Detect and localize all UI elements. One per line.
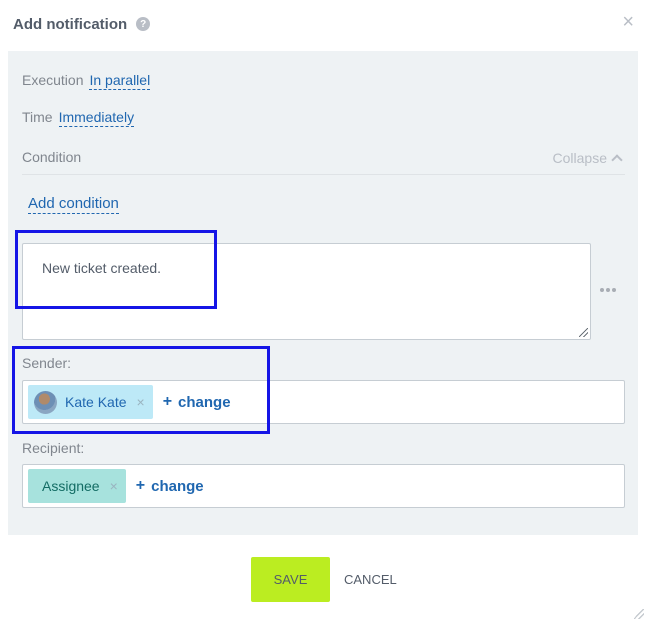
add-condition-link[interactable]: Add condition bbox=[28, 194, 119, 214]
plus-icon: + bbox=[162, 393, 173, 410]
divider bbox=[22, 174, 625, 175]
time-label: Time bbox=[22, 109, 53, 125]
resize-handle-icon[interactable] bbox=[579, 328, 588, 337]
sender-label: Sender: bbox=[22, 355, 72, 371]
sender-chip[interactable]: Kate Kate × bbox=[28, 385, 153, 419]
add-notification-dialog: Add notification ? × Execution In parall… bbox=[0, 0, 648, 623]
message-text: New ticket created. bbox=[42, 260, 162, 276]
close-icon[interactable]: × bbox=[622, 12, 634, 32]
time-value-link[interactable]: Immediately bbox=[58, 108, 135, 127]
avatar bbox=[34, 390, 57, 414]
sender-field[interactable]: Kate Kate × + change bbox=[22, 380, 625, 424]
execution-label: Execution bbox=[22, 72, 84, 88]
recipient-label: Recipient: bbox=[22, 440, 85, 456]
message-textarea[interactable]: New ticket created. bbox=[22, 243, 591, 340]
collapse-label: Collapse bbox=[552, 150, 607, 166]
help-icon[interactable]: ? bbox=[136, 17, 151, 31]
recipient-field[interactable]: Assignee × + change bbox=[22, 464, 625, 508]
plus-icon: + bbox=[135, 477, 146, 494]
dialog-header: Add notification ? bbox=[13, 14, 151, 34]
dialog-resize-handle-icon[interactable] bbox=[634, 609, 644, 619]
chevron-up-icon bbox=[611, 154, 623, 166]
time-row: Time Immediately bbox=[22, 108, 135, 127]
collapse-button[interactable]: Collapse bbox=[552, 150, 623, 166]
change-sender-link[interactable]: + change bbox=[163, 393, 231, 411]
remove-sender-icon[interactable]: × bbox=[137, 394, 145, 410]
condition-label: Condition bbox=[22, 149, 82, 165]
remove-recipient-icon[interactable]: × bbox=[110, 478, 118, 494]
cancel-button[interactable]: CANCEL bbox=[344, 572, 397, 587]
execution-row: Execution In parallel bbox=[22, 71, 151, 90]
change-recipient-label: change bbox=[151, 477, 204, 495]
sender-chip-label: Kate Kate bbox=[65, 394, 127, 410]
recipient-chip[interactable]: Assignee × bbox=[28, 469, 126, 503]
change-recipient-link[interactable]: + change bbox=[136, 477, 204, 495]
condition-row: Condition bbox=[22, 149, 81, 165]
execution-value-link[interactable]: In parallel bbox=[89, 71, 151, 90]
save-button[interactable]: SAVE bbox=[251, 557, 330, 602]
change-sender-label: change bbox=[178, 393, 231, 411]
recipient-chip-label: Assignee bbox=[42, 478, 100, 494]
dialog-title: Add notification bbox=[13, 15, 128, 33]
more-options-icon[interactable] bbox=[600, 288, 616, 292]
settings-panel: Execution In parallel Time Immediately C… bbox=[8, 51, 638, 535]
